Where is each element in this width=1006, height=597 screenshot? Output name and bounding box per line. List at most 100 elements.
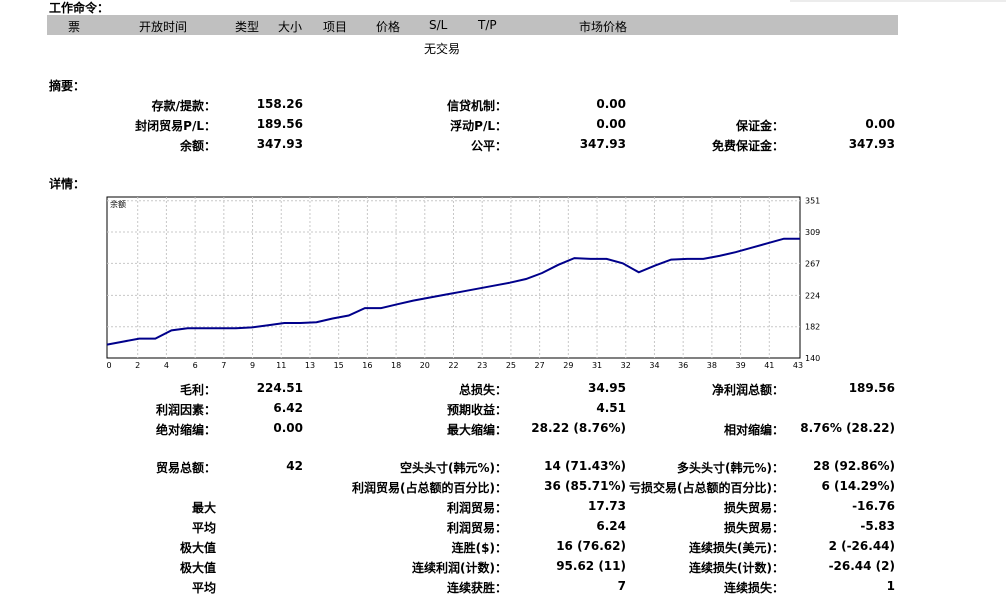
consecutive-loss-label: 连续损失(计数)： (689, 561, 784, 575)
margin-value: 0.00 (865, 117, 895, 131)
details-section-title: 详情： (49, 177, 86, 191)
long-positions-value: 28 (92.86%) (813, 459, 895, 473)
balance-series-line (106, 237, 800, 346)
profit-factor-value: 6.42 (273, 401, 303, 415)
short-positions-label: 空头头寸(韩元%)： (400, 461, 507, 475)
x-tick-label: 38 (707, 361, 717, 370)
average-loss-trade-label: 损失贸易： (723, 521, 784, 535)
equity-value: 347.93 (579, 137, 626, 151)
y-tick-label: 140 (805, 354, 820, 363)
maximal-drawdown-value: 28.22 (8.76%) (531, 421, 626, 435)
orders-section-title: 工作命令： (49, 1, 110, 15)
profit-factor-label: 利润因素： (155, 403, 216, 417)
short-positions-value: 14 (71.43%) (544, 459, 626, 473)
x-tick-label: 6 (193, 361, 198, 370)
expected-payoff-label: 预期收益： (446, 403, 507, 417)
col-tp[interactable]: T/P (478, 18, 497, 32)
balance-label: 余额： (179, 139, 216, 153)
x-tick-label: 32 (621, 361, 631, 370)
consecutive-losses-value: 2 (-26.44) (828, 539, 895, 553)
x-tick-label: 39 (735, 361, 745, 370)
x-tick-label: 16 (362, 361, 372, 370)
long-positions-label: 多头头寸(韩元%)： (677, 461, 784, 475)
x-tick-label: 29 (563, 361, 573, 370)
expected-payoff-value: 4.51 (596, 401, 626, 415)
closed-pl-value: 189.56 (256, 117, 303, 131)
gross-profit-label: 毛利： (179, 383, 216, 397)
profit-trades-value: 36 (85.71%) (544, 479, 626, 493)
average-profit-trade-label: 利润贸易： (446, 521, 507, 535)
orders-table-header: 票 开放时间 类型 大小 项目 价格 S/L T/P 市场价格 (47, 15, 898, 35)
x-tick-label: 41 (764, 361, 774, 370)
y-tick-label: 267 (805, 259, 820, 268)
x-tick-label: 34 (649, 361, 659, 370)
average2-label: 平均 (191, 581, 216, 595)
col-price[interactable]: 价格 (376, 18, 400, 35)
col-ticket[interactable]: 票 (68, 18, 80, 35)
total-trades-value: 42 (286, 459, 303, 473)
credit-label: 信贷机制： (446, 99, 507, 113)
closed-pl-label: 封闭贸易P/L： (135, 119, 216, 133)
loss-trades-value: 6 (14.29%) (821, 479, 895, 493)
x-tick-label: 7 (221, 361, 226, 370)
x-tick-label: 43 (793, 361, 803, 370)
col-open-time[interactable]: 开放时间 (139, 18, 187, 35)
loss-trades-label: 亏损交易(占总额的百分比)： (629, 481, 784, 495)
maximal-label: 极大值 (179, 561, 216, 575)
equity-label: 公平： (470, 139, 507, 153)
col-market-price[interactable]: 市场价格 (579, 18, 627, 35)
y-tick-label: 351 (805, 197, 820, 206)
deposit-label: 存款/提款： (151, 99, 216, 113)
y-tick-label: 309 (805, 228, 820, 237)
col-type[interactable]: 类型 (235, 18, 259, 35)
deposit-value: 158.26 (256, 97, 303, 111)
x-tick-label: 11 (276, 361, 286, 370)
total-trades-label: 贸易总额： (155, 461, 216, 475)
absolute-drawdown-label: 绝对缩编： (155, 423, 216, 437)
col-sl[interactable]: S/L (429, 18, 447, 32)
y-tick-label: 182 (805, 323, 820, 332)
credit-value: 0.00 (596, 97, 626, 111)
floating-pl-value: 0.00 (596, 117, 626, 131)
profit-trades-label: 利润贸易(占总额的百分比)： (352, 481, 507, 495)
col-size[interactable]: 大小 (278, 18, 302, 35)
x-tick-label: 27 (535, 361, 545, 370)
x-tick-label: 36 (678, 361, 688, 370)
avg-consecutive-wins-label: 连续获胜： (446, 581, 507, 595)
largest-profit-trade-value: 17.73 (588, 499, 626, 513)
floating-pl-label: 浮动P/L： (450, 119, 507, 133)
free-margin-value: 347.93 (848, 137, 895, 151)
largest-loss-trade-label: 损失贸易： (723, 501, 784, 515)
x-tick-label: 2 (135, 361, 140, 370)
consecutive-wins-label: 连胜($)： (451, 541, 507, 555)
margin-label: 保证金： (735, 119, 784, 133)
free-margin-label: 免费保证金： (711, 139, 784, 153)
largest-profit-trade-label: 利润贸易： (446, 501, 507, 515)
x-tick-label: 23 (477, 361, 487, 370)
x-tick-label: 4 (164, 361, 169, 370)
balance-value: 347.93 (256, 137, 303, 151)
relative-drawdown-value: 8.76% (28.22) (800, 421, 895, 435)
col-item[interactable]: 项目 (323, 18, 347, 35)
x-tick-label: 9 (250, 361, 255, 370)
average-label: 平均 (191, 521, 216, 535)
gross-loss-value: 34.95 (588, 381, 626, 395)
largest-loss-trade-value: -16.76 (852, 499, 895, 513)
x-tick-label: 18 (391, 361, 401, 370)
absolute-drawdown-value: 0.00 (273, 421, 303, 435)
average-profit-trade-value: 6.24 (596, 519, 626, 533)
y-tick-label: 224 (805, 291, 820, 300)
chart-plot-area (106, 196, 801, 359)
gross-loss-label: 总损失： (458, 383, 507, 397)
x-tick-label: 15 (334, 361, 344, 370)
avg-consecutive-wins-value: 7 (617, 579, 626, 593)
x-tick-label: 22 (448, 361, 458, 370)
maximum-label: 极大值 (179, 541, 216, 555)
x-tick-label: 25 (506, 361, 516, 370)
x-tick-label: 31 (592, 361, 602, 370)
avg-consecutive-losses-label: 连续损失： (723, 581, 784, 595)
consecutive-loss-value: -26.44 (2) (828, 559, 895, 573)
chart-title: 余额 (110, 199, 126, 209)
x-tick-label: 20 (420, 361, 430, 370)
maximal-drawdown-label: 最大缩编： (446, 423, 507, 437)
